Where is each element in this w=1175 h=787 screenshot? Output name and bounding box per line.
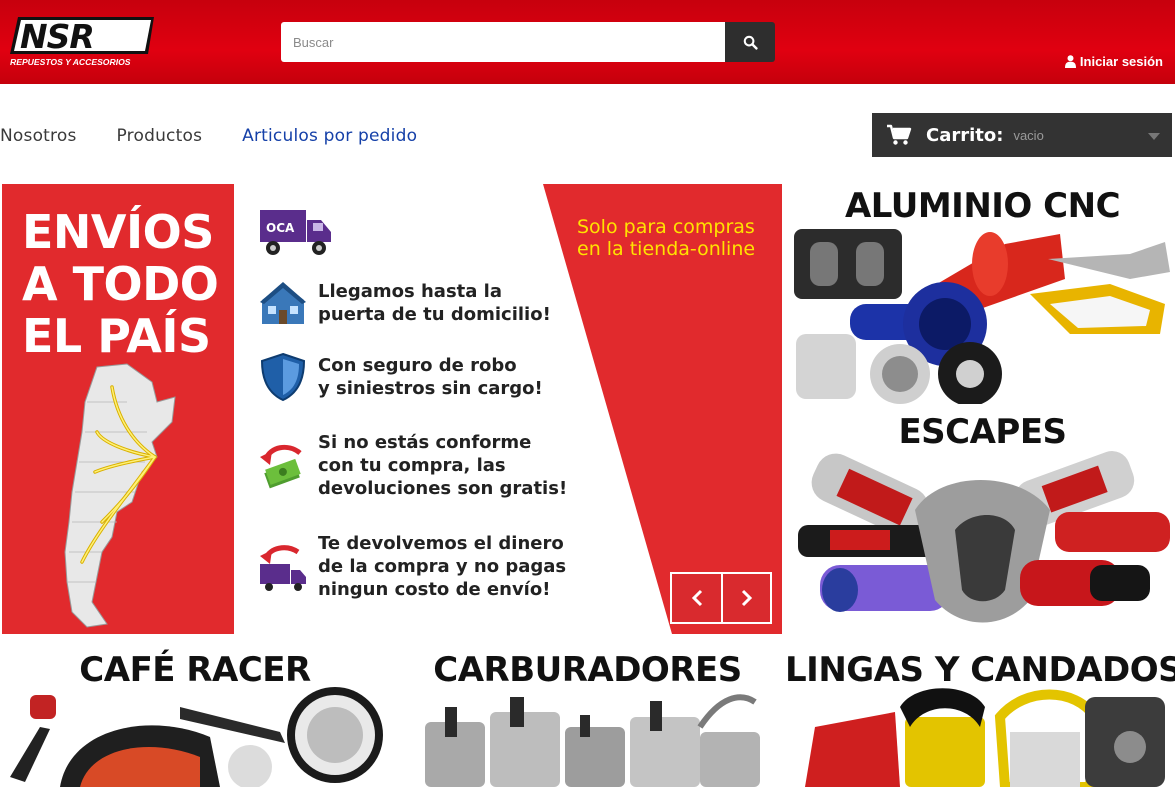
nsr-logo[interactable]: NSR REPUESTOS Y ACCESORIOS — [8, 14, 158, 70]
carburetor-image — [425, 694, 760, 787]
slider-next-button[interactable] — [721, 574, 770, 622]
chevron-left-icon — [691, 589, 702, 607]
hero-slider: ENVÍOS A TODO EL PAÍS OCA Llegamos hasta… — [2, 184, 782, 634]
cart-status: vacio — [1013, 127, 1044, 143]
exhaust-image — [798, 451, 1170, 623]
cnc-parts-image — [794, 229, 1170, 404]
chevron-right-icon — [741, 589, 752, 607]
chevron-down-icon — [1148, 133, 1160, 140]
cart-icon — [887, 124, 912, 145]
search-icon — [743, 35, 758, 50]
shipping-panel: ENVÍOS A TODO EL PAÍS — [2, 184, 234, 634]
svg-text:NSR: NSR — [20, 17, 94, 56]
search-input[interactable] — [281, 22, 725, 62]
cart-dropdown[interactable]: Carrito: vacio — [872, 113, 1172, 157]
nav-item-nosotros[interactable]: Nosotros — [0, 126, 77, 146]
search-bar — [281, 22, 775, 62]
slider-controls — [670, 572, 772, 624]
promo-carburadores[interactable]: CARBURADORES — [400, 645, 775, 787]
cart-label: Carrito: — [926, 124, 1004, 146]
promo-escapes[interactable]: ESCAPES — [790, 410, 1175, 634]
shipping-headline: ENVÍOS A TODO EL PAÍS — [22, 205, 219, 363]
promo-aluminio-cnc[interactable]: ALUMINIO CNC — [790, 184, 1175, 404]
user-icon — [1064, 55, 1076, 68]
truck-badge: OCA — [266, 221, 295, 235]
feature-delivery-text: Llegamos hasta la puerta de tu domicilio… — [318, 281, 551, 325]
argentina-map-icon — [64, 363, 176, 628]
feature-delivery: Llegamos hasta la puerta de tu domicilio… — [258, 278, 551, 328]
promo-aluminio-title: ALUMINIO CNC — [844, 186, 1121, 226]
money-return-icon — [260, 444, 302, 488]
promo-lingas-candados[interactable]: LINGAS Y CANDADOS — [785, 645, 1175, 787]
house-icon — [260, 282, 306, 324]
logo-subtitle: REPUESTOS Y ACCESORIOS — [10, 57, 131, 67]
nav-item-articulos-por-pedido[interactable]: Articulos por pedido — [242, 126, 417, 146]
feature-refund: Te devolvemos el dinero de la compra y n… — [258, 532, 566, 601]
main-nav: Nosotros Productos Articulos por pedido — [0, 126, 457, 146]
promo-cafe-racer-title: CAFÉ RACER — [79, 650, 311, 690]
locks-image — [805, 688, 1165, 787]
promo-cafe-racer[interactable]: CAFÉ RACER — [0, 645, 390, 787]
feature-returns-text: Si no estás conforme con tu compra, las … — [318, 432, 568, 499]
promo-lingas-title: LINGAS Y CANDADOS — [785, 650, 1175, 690]
cafe-racer-parts-image — [10, 687, 383, 787]
promo-escapes-title: ESCAPES — [898, 412, 1067, 452]
nav-item-productos[interactable]: Productos — [117, 126, 203, 146]
login-label: Iniciar sesión — [1079, 54, 1163, 69]
search-button[interactable] — [725, 22, 775, 62]
promo-carburadores-title: CARBURADORES — [433, 650, 742, 690]
shield-icon — [260, 352, 306, 402]
feature-refund-text: Te devolvemos el dinero de la compra y n… — [318, 533, 567, 600]
feature-insurance-text: Con seguro de robo y siniestros sin carg… — [318, 355, 543, 399]
feature-insurance: Con seguro de robo y siniestros sin carg… — [258, 352, 543, 402]
online-only-tagline: Solo para compras en la tienda-online — [577, 216, 756, 260]
truck-icon: OCA — [260, 210, 331, 255]
slider-prev-button[interactable] — [672, 574, 721, 622]
feature-returns: Si no estás conforme con tu compra, las … — [258, 431, 567, 500]
truck-return-icon — [260, 544, 306, 591]
login-link[interactable]: Iniciar sesión — [1064, 54, 1163, 69]
site-header: NSR REPUESTOS Y ACCESORIOS Iniciar sesió… — [0, 0, 1175, 84]
